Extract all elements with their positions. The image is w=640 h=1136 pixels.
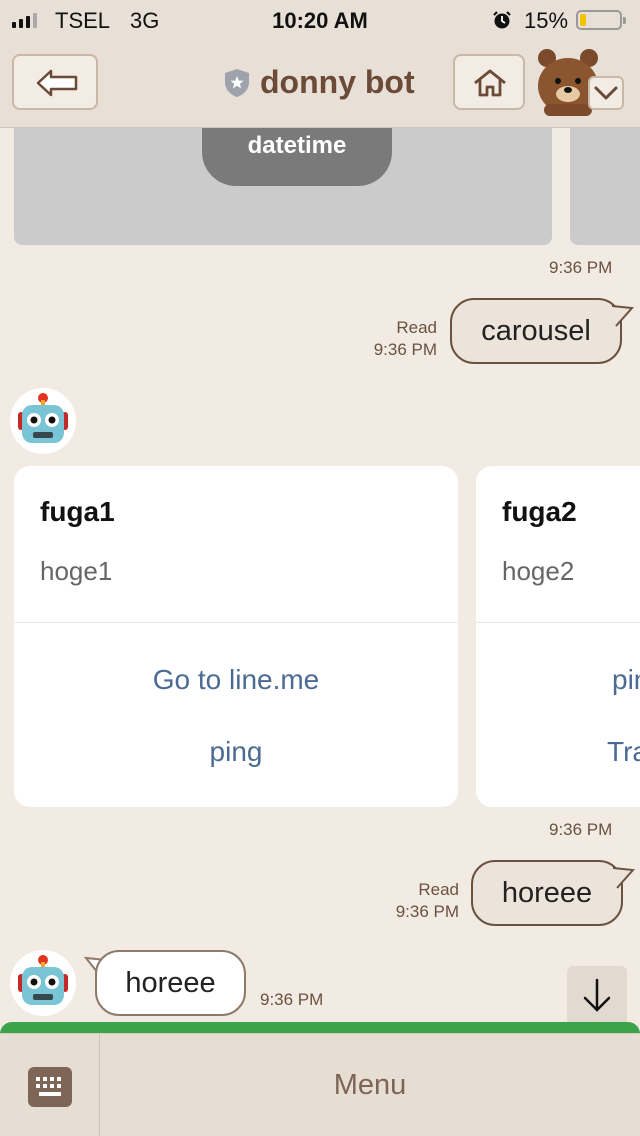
battery-percent: 15% bbox=[524, 8, 569, 33]
bottom-bar: Menu bbox=[0, 1033, 640, 1136]
card-action-ping[interactable]: ping bbox=[14, 736, 458, 768]
carousel-card-previous: datetime bbox=[14, 128, 552, 245]
arrow-down-icon bbox=[583, 978, 611, 1012]
card-divider bbox=[476, 622, 640, 623]
home-icon bbox=[474, 69, 506, 97]
battery-icon bbox=[576, 10, 626, 30]
robot-icon bbox=[18, 393, 68, 443]
scroll-to-bottom-button[interactable] bbox=[567, 966, 627, 1026]
home-button[interactable] bbox=[453, 54, 525, 110]
carousel-card-previous-next bbox=[570, 128, 640, 245]
card-subtitle: hoge2 bbox=[502, 556, 575, 586]
alarm-icon bbox=[493, 11, 511, 29]
carousel-card: fuga2 hoge2 pin Tra bbox=[476, 466, 640, 807]
card-action[interactable]: pin bbox=[612, 664, 640, 696]
menu-button[interactable]: Menu bbox=[100, 1034, 640, 1136]
chat-area[interactable]: datetime 9:36 PM Read 9:36 PM carousel f… bbox=[0, 128, 640, 1033]
read-time: 9:36 PM bbox=[395, 902, 459, 921]
card-action[interactable]: Tra bbox=[607, 736, 640, 768]
shield-icon bbox=[225, 68, 249, 97]
sent-message-bubble[interactable]: carousel bbox=[450, 298, 622, 364]
card-divider bbox=[14, 622, 458, 623]
read-label: Read bbox=[396, 318, 437, 337]
grass-decoration bbox=[0, 1022, 640, 1033]
chat-header: donny bot bbox=[0, 40, 640, 128]
message-time: 9:36 PM bbox=[549, 258, 613, 277]
bot-avatar[interactable] bbox=[10, 950, 76, 1016]
read-receipt: Read 9:36 PM bbox=[340, 317, 437, 361]
bubble-tail bbox=[613, 867, 635, 889]
status-bar: TSEL 3G 10:20 AM 15% bbox=[0, 0, 640, 40]
card-title: fuga2 bbox=[502, 496, 577, 527]
sent-message-bubble[interactable]: horeee bbox=[471, 860, 623, 926]
datetime-button[interactable]: datetime bbox=[202, 128, 392, 186]
keyboard-icon bbox=[28, 1067, 72, 1107]
read-label: Read bbox=[418, 880, 459, 899]
received-message-bubble[interactable]: horeee bbox=[95, 950, 246, 1016]
back-button[interactable] bbox=[12, 54, 98, 110]
robot-icon bbox=[18, 955, 68, 1005]
keyboard-button[interactable] bbox=[0, 1034, 100, 1136]
card-title: fuga1 bbox=[40, 496, 115, 527]
message-time: 9:36 PM bbox=[549, 820, 613, 839]
bot-avatar[interactable] bbox=[10, 388, 76, 454]
chat-title: donny bot bbox=[260, 64, 415, 100]
message-time: 9:36 PM bbox=[260, 990, 324, 1009]
chat-title-group: donny bot bbox=[224, 64, 415, 101]
read-time: 9:36 PM bbox=[373, 340, 437, 359]
bubble-tail bbox=[612, 305, 634, 327]
card-action-link[interactable]: Go to line.me bbox=[14, 664, 458, 696]
chevron-down-button[interactable] bbox=[588, 76, 624, 110]
carousel-card: fuga1 hoge1 Go to line.me ping bbox=[14, 466, 458, 807]
card-subtitle: hoge1 bbox=[40, 556, 113, 586]
back-arrow-icon bbox=[36, 69, 78, 97]
read-receipt: Read 9:36 PM bbox=[362, 879, 459, 923]
chevron-down-icon bbox=[594, 86, 618, 100]
